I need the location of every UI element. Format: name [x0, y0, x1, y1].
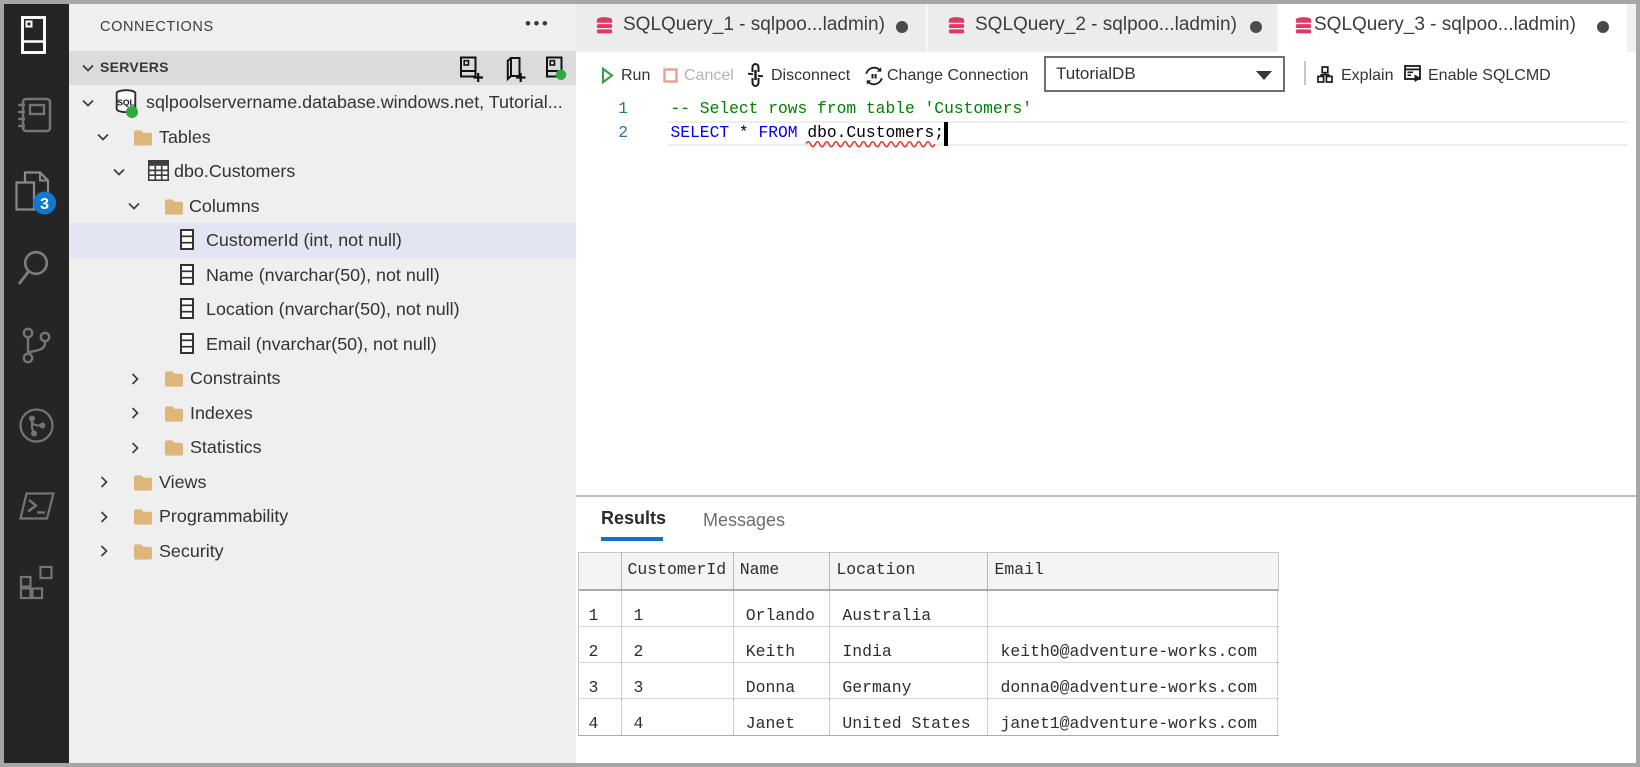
svg-text:3: 3 — [40, 196, 49, 213]
